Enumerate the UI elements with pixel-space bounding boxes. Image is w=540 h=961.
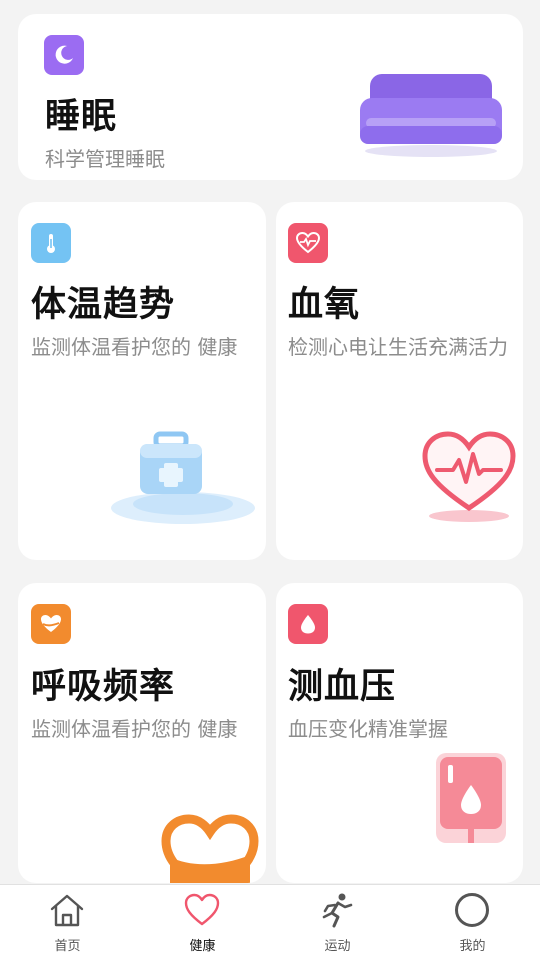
respiration-title: 呼吸频率 [31,667,176,707]
respiration-desc: 监测体温看护您的 健康 [31,717,238,741]
heart-icon [184,893,220,926]
blood-oxygen-card[interactable]: 血氧 检测心电让生活充满活力 [276,202,523,560]
nav-item-sports[interactable]: 运动 [270,885,405,961]
blood-pressure-title: 测血压 [288,667,397,707]
blood-pressure-card[interactable]: 测血压 血压变化精准掌握 [276,583,523,883]
home-icon [50,894,84,927]
profile-icon [455,893,489,927]
sofa-illustration [360,74,502,157]
nav-item-profile[interactable]: 我的 [405,885,540,961]
heart-pulse-icon [288,223,328,263]
nav-label-home: 首页 [54,939,81,954]
sleep-desc: 科学管理睡眠 [45,147,165,171]
running-icon [322,893,353,928]
blood-bag-illustration [436,753,506,843]
blood-oxygen-desc: 检测心电让生活充满活力 [288,335,508,359]
blood-pressure-desc: 血压变化精准掌握 [288,717,448,741]
temperature-desc: 监测体温看护您的 健康 [31,335,238,359]
medical-kit-illustration [111,431,255,524]
nav-label-sports: 运动 [324,939,351,954]
sleep-title: 睡眠 [45,97,118,137]
moon-icon [44,35,84,75]
nav-item-home[interactable]: 首页 [0,885,135,961]
blood-oxygen-title: 血氧 [288,285,361,325]
blood-drop-icon [288,604,328,644]
heart-hand-icon [31,604,71,644]
nav-item-health[interactable]: 健康 [135,885,270,961]
temperature-title: 体温趋势 [31,285,176,325]
respiration-card[interactable]: 呼吸频率 监测体温看护您的 健康 [18,583,266,883]
temperature-card[interactable]: 体温趋势 监测体温看护您的 健康 [18,202,266,560]
nav-label-health: 健康 [189,939,216,954]
thermometer-icon [31,223,71,263]
heart-ecg-illustration [422,431,516,522]
sleep-card[interactable]: 睡眠 科学管理睡眠 [18,14,523,180]
nav-label-profile: 我的 [459,939,486,954]
heart-illustration [161,814,259,883]
bottom-nav: 首页 健康 运动 我的 [0,884,540,961]
